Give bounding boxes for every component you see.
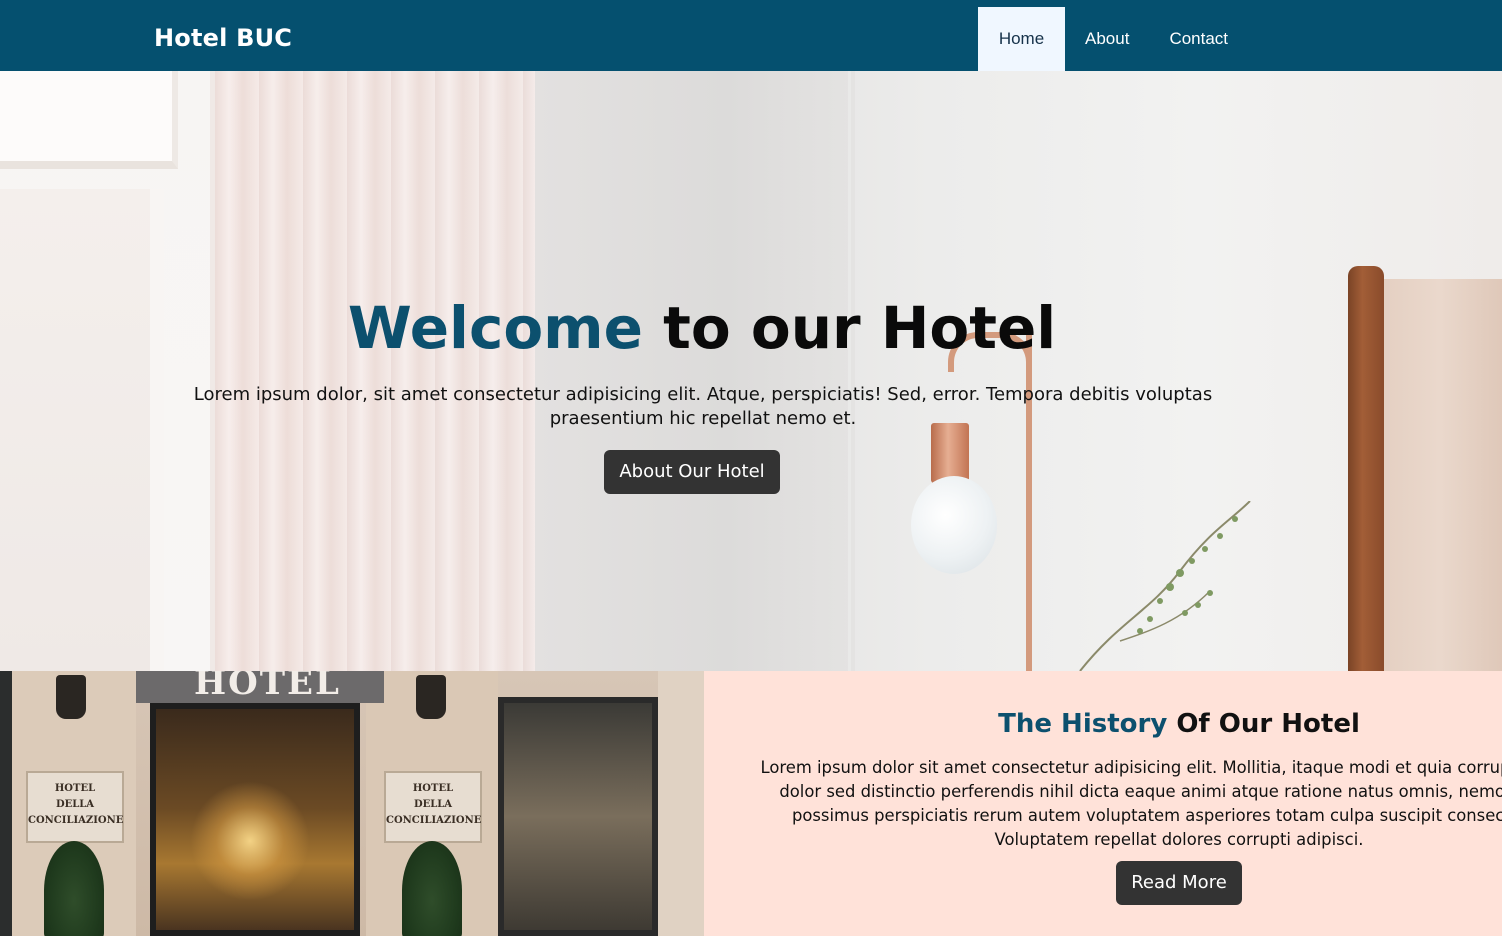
nav-link-about[interactable]: About (1065, 7, 1149, 71)
nav-links: Home About Contact (978, 7, 1248, 71)
facade-shrub (402, 841, 462, 936)
hero-title: Welcome to our Hotel (0, 293, 1404, 363)
facade-window (498, 697, 658, 936)
history-title-rest: Of Our Hotel (1167, 709, 1360, 739)
facade-plaque-left: HOTEL DELLA CONCILIAZIONE (26, 771, 124, 843)
plaque-line: HOTEL (54, 783, 96, 794)
hero-section: Welcome to our Hotel Lorem ipsum dolor, … (0, 71, 1502, 671)
hotel-facade-image: HOTEL HOTEL DELLA CONCILIAZIONE HOTEL DE… (0, 671, 704, 936)
history-description-line: Lorem ipsum dolor sit amet consectetur a… (760, 758, 1502, 777)
plaque-line: HOTEL (412, 783, 454, 794)
hero-title-accent: Welcome (347, 294, 643, 362)
plaque-line: CONCILIAZIONE (386, 815, 482, 826)
facade-plaque-right: HOTEL DELLA CONCILIAZIONE (384, 771, 482, 843)
plaque-line: DELLA (413, 799, 453, 810)
hero-description-line: Lorem ipsum dolor, sit amet consectetur … (193, 384, 1213, 405)
lantern-icon (416, 675, 446, 719)
navbar: Hotel BUC Home About Contact (0, 0, 1502, 71)
hero-title-rest: to our Hotel (642, 294, 1057, 362)
facade-door-glow (190, 781, 310, 901)
read-more-button[interactable]: Read More (1116, 861, 1242, 905)
facade-shrub (44, 841, 104, 936)
history-description-line: dolor sed distinctio perferendis nihil d… (779, 782, 1502, 801)
history-title-accent: The History (998, 709, 1168, 739)
nav-link-home[interactable]: Home (978, 7, 1065, 71)
history-section: The History Of Our Hotel Lorem ipsum dol… (704, 671, 1502, 936)
plaque-line: DELLA (55, 799, 95, 810)
history-description: Lorem ipsum dolor sit amet consectetur a… (704, 756, 1502, 852)
facade-wall-right (658, 671, 704, 936)
plaque-line: CONCILIAZIONE (28, 815, 124, 826)
history-description-line: Voluptatem repellat dolores corrupti adi… (994, 830, 1364, 849)
history-title: The History Of Our Hotel (704, 708, 1502, 740)
hero-description-line: praesentium hic repellat nemo et. (549, 408, 857, 429)
hero-content: Welcome to our Hotel Lorem ipsum dolor, … (0, 71, 1404, 671)
nav-link-contact[interactable]: Contact (1149, 7, 1248, 71)
lantern-icon (56, 675, 86, 719)
brand-logo[interactable]: Hotel BUC (154, 22, 292, 54)
hero-description: Lorem ipsum dolor, sit amet consectetur … (190, 383, 1216, 431)
history-description-line: possimus perspiciatis rerum autem volupt… (791, 806, 1502, 825)
about-our-hotel-button[interactable]: About Our Hotel (604, 450, 780, 494)
facade-awning-text: HOTEL (194, 671, 341, 703)
